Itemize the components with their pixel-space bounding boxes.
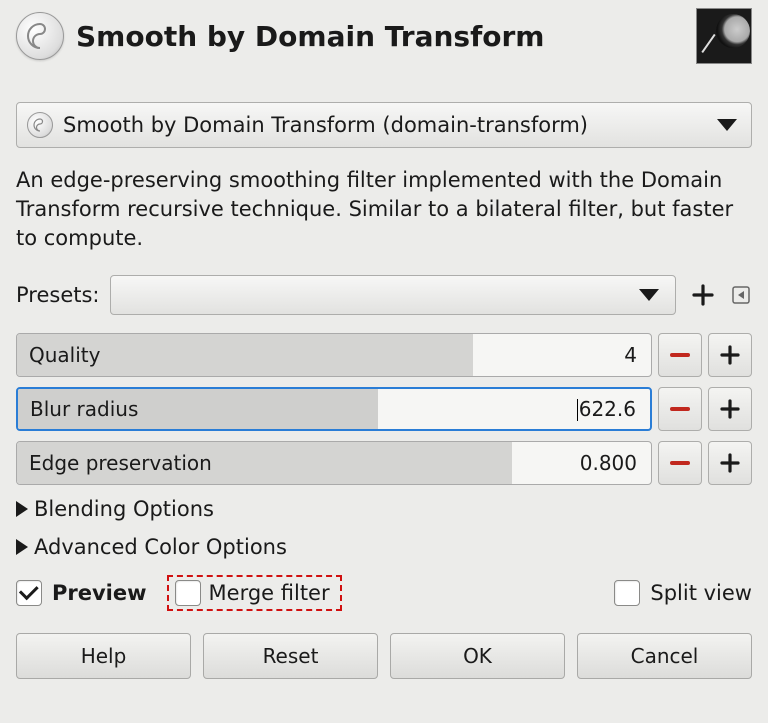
split-view-label[interactable]: Split view [650,581,752,605]
decrement-button[interactable] [658,387,702,431]
help-button[interactable]: Help [16,633,191,679]
cancel-button-label: Cancel [631,644,699,668]
increment-button[interactable] [708,441,752,485]
operation-label: Smooth by Domain Transform (domain-trans… [63,113,717,137]
preset-menu-button[interactable] [730,284,752,306]
presets-label: Presets: [16,283,100,307]
chevron-down-icon [717,119,737,131]
cancel-button[interactable]: Cancel [577,633,752,679]
ok-button-label: OK [463,644,492,668]
chevron-down-icon [639,289,659,301]
param-label: Quality [17,343,100,367]
triangle-right-icon [16,539,28,555]
advanced-color-options-label: Advanced Color Options [34,535,287,559]
reset-button[interactable]: Reset [203,633,378,679]
ok-button[interactable]: OK [390,633,565,679]
decrement-button[interactable] [658,441,702,485]
param-field-blur radius[interactable]: Blur radius 622.6 [16,387,652,431]
param-value: 4 [624,343,651,367]
preview-checkbox[interactable] [16,580,42,606]
merge-filter-checkbox[interactable] [175,580,201,606]
help-button-label: Help [81,644,127,668]
param-label: Edge preservation [17,451,212,475]
increment-button[interactable] [708,387,752,431]
increment-button[interactable] [708,333,752,377]
param-value: 0.800 [580,451,651,475]
description-text: An edge-preserving smoothing filter impl… [16,166,752,253]
add-preset-button[interactable] [686,278,720,312]
param-label: Blur radius [18,397,138,421]
split-view-checkbox[interactable] [614,580,640,606]
preview-thumbnail[interactable] [696,8,752,64]
triangle-right-icon [16,501,28,517]
param-field-edge preservation[interactable]: Edge preservation 0.800 [16,441,652,485]
app-icon [16,12,64,60]
advanced-color-options-expander[interactable]: Advanced Color Options [16,533,752,561]
blending-options-label: Blending Options [34,497,214,521]
merge-filter-label[interactable]: Merge filter [209,581,330,605]
dialog-title: Smooth by Domain Transform [76,20,696,53]
presets-dropdown[interactable] [110,275,677,315]
blending-options-expander[interactable]: Blending Options [16,495,752,523]
param-value: 622.6 [577,397,650,422]
operation-dropdown[interactable]: Smooth by Domain Transform (domain-trans… [16,102,752,148]
decrement-button[interactable] [658,333,702,377]
operation-icon [27,112,53,138]
param-field-quality[interactable]: Quality 4 [16,333,652,377]
merge-filter-highlight: Merge filter [167,575,342,611]
reset-button-label: Reset [263,644,319,668]
preview-label[interactable]: Preview [52,581,147,605]
